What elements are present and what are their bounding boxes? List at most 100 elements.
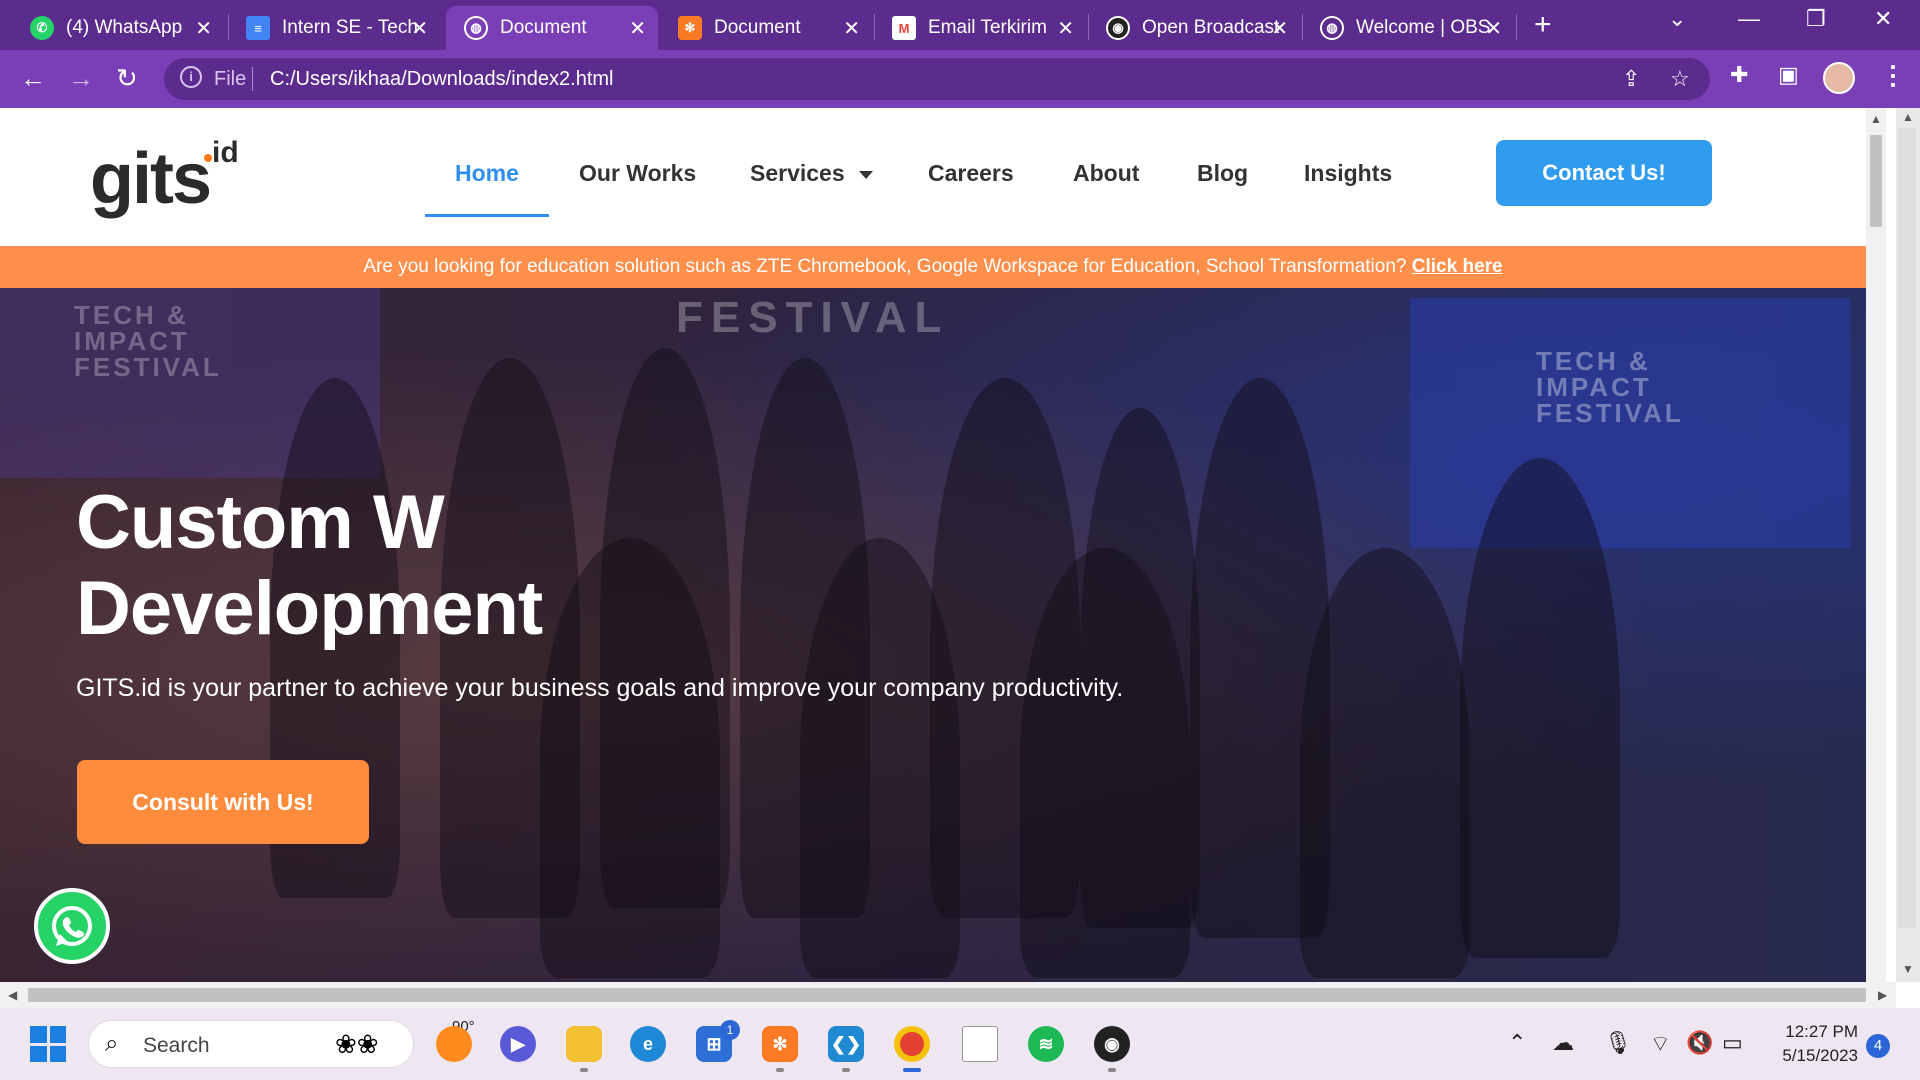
nav-blog[interactable]: Blog (1197, 160, 1248, 187)
running-indicator (1108, 1068, 1116, 1072)
tab-title: Open Broadcast (1142, 17, 1280, 38)
weather-icon[interactable] (436, 1026, 472, 1062)
onedrive-cloud-icon[interactable]: ☁ (1552, 1030, 1574, 1056)
vscode-icon[interactable]: ❮❯ (828, 1026, 864, 1062)
nav-insights[interactable]: Insights (1304, 160, 1392, 187)
tab-title: Email Terkirim (928, 17, 1047, 38)
promo-banner: Are you looking for education solution s… (0, 246, 1866, 288)
tab-welcome-obs[interactable]: ◍ Welcome | OBS ✕ (1302, 6, 1514, 50)
battery-icon[interactable]: ▭ (1722, 1030, 1743, 1056)
reload-icon[interactable]: ↻ (116, 63, 138, 94)
notification-badge[interactable]: 4 (1866, 1034, 1890, 1058)
window-scroll-down-icon[interactable]: ▼ (1902, 962, 1914, 976)
nav-active-underline (425, 214, 549, 217)
xampp-icon[interactable]: ✻ (762, 1026, 798, 1062)
address-url[interactable]: C:/Users/ikhaa/Downloads/index2.html (270, 68, 614, 91)
whatsapp-float-button[interactable] (34, 888, 110, 964)
tab-intern-se[interactable]: ≡ Intern SE - Tech ✕ (228, 6, 440, 50)
close-tab-icon[interactable]: ✕ (843, 16, 860, 41)
wifi-icon[interactable]: ⌔ (1650, 1030, 1671, 1058)
scroll-up-icon[interactable]: ▲ (1870, 112, 1882, 126)
extensions-puzzle-icon[interactable]: ✚ (1730, 62, 1748, 88)
tab-document-active[interactable]: ◍ Document ✕ (446, 6, 658, 50)
site-header: gits id Home Our Works Services Careers … (0, 108, 1866, 246)
close-tab-icon[interactable]: ✕ (1485, 16, 1502, 41)
hero-section: TECH & IMPACT FESTIVAL FESTIVAL TECH & I… (0, 288, 1866, 982)
gmail-icon: M (892, 16, 916, 40)
photo-person (540, 538, 720, 978)
gits-logo[interactable]: gits id (90, 136, 239, 220)
address-scheme-label: File (214, 68, 247, 90)
close-tab-icon[interactable]: ✕ (1057, 16, 1074, 41)
restore-icon[interactable]: ❐ (1806, 6, 1826, 32)
info-icon[interactable]: i (180, 66, 202, 88)
hero-backdrop-text-left: TECH & IMPACT FESTIVAL (74, 300, 222, 382)
microphone-icon[interactable]: 🎙 (1604, 1030, 1632, 1056)
window-scroll-up-icon[interactable]: ▲ (1902, 110, 1914, 124)
tab-document-xampp[interactable]: ✻ Document ✕ (660, 6, 872, 50)
file-explorer-icon[interactable] (566, 1026, 602, 1062)
tab-email[interactable]: M Email Terkirim ✕ (874, 6, 1086, 50)
edge-icon[interactable]: e (630, 1026, 666, 1062)
horizontal-scroll-thumb[interactable] (28, 988, 1866, 1002)
window-scroll-thumb[interactable] (1898, 128, 1916, 928)
scroll-left-icon[interactable]: ◀ (8, 988, 17, 1002)
windows-start-icon[interactable] (30, 1026, 66, 1062)
tab-title: Intern SE - Tech (282, 17, 418, 38)
spotify-icon[interactable]: ≋ (1028, 1026, 1064, 1062)
tab-whatsapp[interactable]: ✆ (4) WhatsApp ✕ (12, 6, 224, 50)
share-icon[interactable]: ⇪ (1622, 66, 1640, 92)
logo-wordmark: gits (90, 139, 212, 219)
system-clock[interactable]: 12:27 PM 5/15/2023 (1760, 1020, 1858, 1068)
chrome-icon[interactable] (894, 1026, 930, 1062)
browser-menu-icon[interactable]: ⋮ (1880, 60, 1906, 91)
minimize-icon[interactable]: — (1738, 6, 1760, 32)
back-arrow-icon[interactable]: ← (20, 63, 46, 94)
file-icon[interactable] (962, 1026, 998, 1062)
close-tab-icon[interactable]: ✕ (1271, 16, 1288, 41)
tab-search-chevron-icon[interactable]: ⌄ (1668, 6, 1686, 32)
scroll-right-icon[interactable]: ▶ (1878, 988, 1887, 1002)
bookmark-star-icon[interactable]: ☆ (1670, 66, 1690, 92)
obs-icon[interactable]: ◉ (1094, 1026, 1130, 1062)
hero-title-line-2: Development (76, 566, 543, 651)
nav-services[interactable]: Services (750, 160, 873, 187)
speaker-muted-icon[interactable]: 🔇 (1686, 1030, 1713, 1056)
close-tab-icon[interactable]: ✕ (411, 16, 428, 41)
side-panel-icon[interactable]: ▣ (1778, 62, 1799, 88)
running-indicator (776, 1068, 784, 1072)
page-vertical-scrollbar[interactable] (1866, 108, 1886, 982)
promo-text: Are you looking for education solution s… (363, 256, 1407, 277)
address-bar[interactable]: i File C:/Users/ikhaa/Downloads/index2.h… (164, 58, 1710, 100)
photo-person (1300, 548, 1470, 978)
close-window-icon[interactable]: ✕ (1874, 6, 1892, 32)
logo-dot (204, 154, 212, 162)
close-tab-icon[interactable]: ✕ (195, 16, 212, 41)
taskbar-search-box[interactable]: ⌕ Search ❀❀ (88, 1020, 414, 1068)
active-app-indicator (903, 1068, 921, 1072)
new-tab-icon[interactable]: + (1534, 8, 1552, 42)
page-viewport: gits id Home Our Works Services Careers … (0, 108, 1866, 982)
profile-avatar[interactable] (1823, 62, 1855, 94)
forward-arrow-icon[interactable]: → (68, 63, 94, 94)
chat-icon[interactable]: ▶ (500, 1026, 536, 1062)
contact-us-button[interactable]: Contact Us! (1496, 140, 1712, 206)
running-indicator (580, 1068, 588, 1072)
consult-with-us-button[interactable]: Consult with Us! (77, 760, 369, 844)
obs-icon: ◉ (1106, 16, 1130, 40)
close-tab-icon[interactable]: ✕ (629, 16, 646, 41)
xampp-icon: ✻ (678, 16, 702, 40)
nav-about[interactable]: About (1073, 160, 1139, 187)
running-indicator (842, 1068, 850, 1072)
whatsapp-icon: ✆ (30, 16, 54, 40)
tab-title: Document (500, 17, 587, 38)
address-divider (252, 67, 253, 91)
nav-our-works[interactable]: Our Works (579, 160, 696, 187)
tab-obs[interactable]: ◉ Open Broadcast ✕ (1088, 6, 1300, 50)
page-scroll-thumb[interactable] (1870, 135, 1882, 227)
show-hidden-icons-chevron-icon[interactable]: ⌃ (1508, 1030, 1526, 1056)
nav-home[interactable]: Home (455, 160, 519, 187)
windows-taskbar: ⌕ Search ❀❀ 90° ▶ e ⊞ 1 ✻ ❮❯ ≋ ◉ ⌃ ☁ 🎙 ⌔… (0, 1008, 1920, 1080)
promo-click-here-link[interactable]: Click here (1412, 256, 1503, 277)
nav-careers[interactable]: Careers (928, 160, 1014, 187)
